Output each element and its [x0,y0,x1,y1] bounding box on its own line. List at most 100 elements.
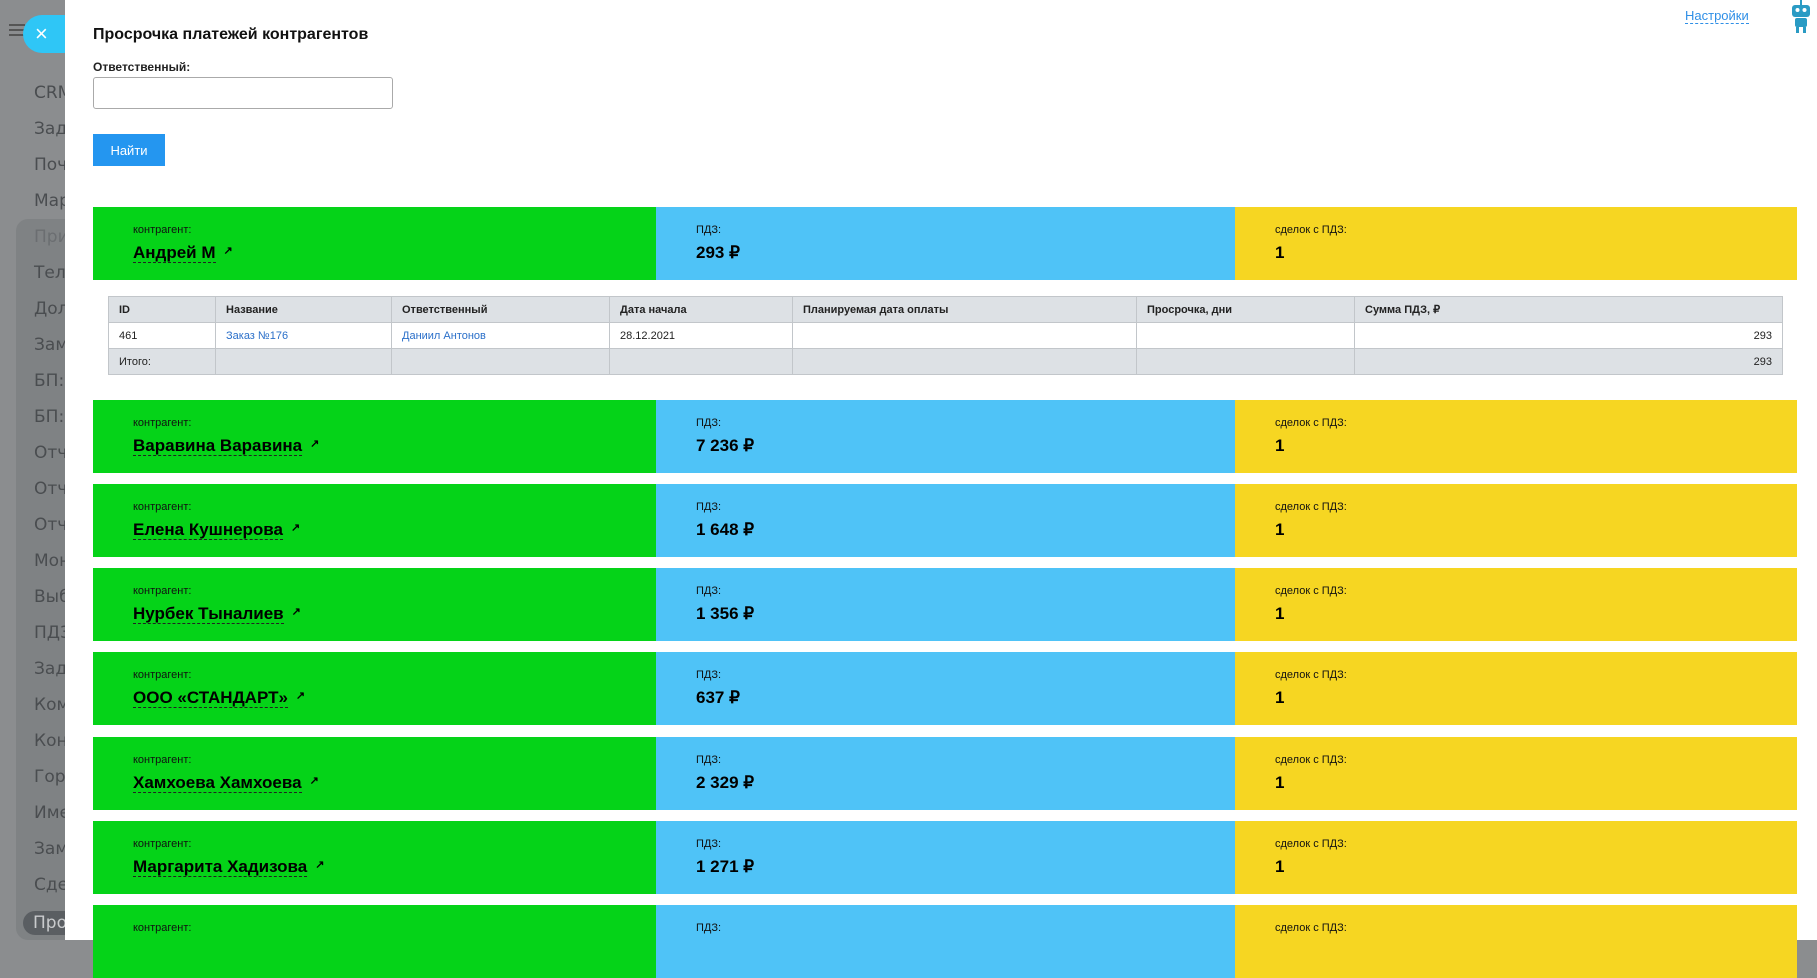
pdz-caption: ПДЗ: [696,224,722,236]
counterparty-caption: контрагент: [133,417,192,429]
sidebar-item[interactable]: Сдел [34,875,65,895]
total-cell [792,348,1137,375]
column-header[interactable]: Сумма ПДЗ, ₽ [1354,296,1783,323]
sidebar-item[interactable]: Теле [34,263,65,283]
pdz-value: 2 329 ₽ [696,773,755,792]
deals-value: 1 [1275,436,1285,455]
pdz-value: 1 271 ₽ [696,857,755,876]
deals-caption: сделок с ПДЗ: [1275,417,1347,429]
total-row: Итого: 293 [108,348,1783,375]
sidebar-item[interactable]: Почт [34,155,65,175]
external-link-icon[interactable]: ↗ [291,522,300,534]
sidebar-item[interactable]: Ком [34,695,65,715]
sidebar: CRM Зада Почт Мар При Теле Долг Заме БП: С БП: З О… [0,0,65,940]
counterparty-block: контрагент: Андрей М ↗ ПДЗ: 293 ₽ сделок … [93,207,1797,280]
robot-icon[interactable] [1790,0,1812,34]
sidebar-item[interactable]: Мон [34,551,65,571]
pdz-cell: ПДЗ: 1 271 ₽ [656,821,1235,894]
deals-caption: сделок с ПДЗ: [1275,585,1347,597]
counterparty-caption: контрагент: [133,838,192,850]
total-cell [1136,348,1355,375]
sidebar-item[interactable]: БП: З [34,407,65,427]
sidebar-item[interactable]: Конт [34,731,65,751]
pdz-caption: ПДЗ: [696,669,722,681]
sidebar-item[interactable]: Мар [34,191,65,211]
sidebar-item[interactable]: БП: С [34,371,65,391]
sidebar-item[interactable]: CRM [34,83,65,103]
deals-cell: сделок с ПДЗ: [1235,905,1797,978]
external-link-icon[interactable]: ↗ [292,606,301,618]
counterparty-name-link[interactable]: Андрей М [133,243,216,263]
column-header[interactable]: Просрочка, дни [1136,296,1355,323]
counterparty-name-link[interactable]: Маргарита Хадизова [133,857,308,877]
pdz-caption: ПДЗ: [696,501,722,513]
find-button[interactable]: Найти [93,134,165,166]
column-header[interactable]: Дата начала [609,296,793,323]
pdz-value: 7 236 ₽ [696,436,755,455]
page-title: Просрочка платежей контрагентов [93,26,369,43]
settings-link[interactable]: Настройки [1685,8,1749,24]
column-header[interactable]: Ответственный [391,296,610,323]
deals-caption: сделок с ПДЗ: [1275,838,1347,850]
pdz-caption: ПДЗ: [696,922,722,934]
external-link-icon[interactable]: ↗ [310,438,319,450]
sidebar-item[interactable]: Заме [34,335,65,355]
sidebar-item[interactable]: При [34,227,65,247]
deals-caption: сделок с ПДЗ: [1275,669,1347,681]
pdz-caption: ПДЗ: [696,417,722,429]
report-panel: Просрочка платежей контрагентов Ответств… [65,0,1817,978]
sidebar-item[interactable]: Выб [34,587,65,607]
sidebar-item[interactable]: Отче [34,515,65,535]
responsible-input[interactable] [93,77,393,109]
pdz-value: 637 ₽ [696,688,740,707]
column-header[interactable]: Название [215,296,392,323]
deals-cell: сделок с ПДЗ: 1 [1235,737,1797,810]
sidebar-item[interactable]: Отче [34,443,65,463]
column-header[interactable]: Планируемая дата оплаты [792,296,1137,323]
counterparty-cell: контрагент: Хамхоева Хамхоева ↗ [93,737,656,810]
counterparty-cell: контрагент: ООО «СТАНДАРТ» ↗ [93,652,656,725]
counterparty-block: контрагент: Варавина Варавина ↗ ПДЗ: 7 23… [93,400,1797,473]
counterparty-caption: контрагент: [133,922,192,934]
total-cell: Итого: [108,348,216,375]
sidebar-item[interactable]: Горо [34,767,65,787]
column-header[interactable]: ID [108,296,216,323]
external-link-icon[interactable]: ↗ [296,690,305,702]
sidebar-item[interactable]: ПДЗ [34,623,65,643]
sidebar-item[interactable]: Отче [34,479,65,499]
external-link-icon[interactable]: ↗ [315,859,324,871]
pdz-cell: ПДЗ: [656,905,1235,978]
counterparty-name-link[interactable]: Варавина Варавина [133,436,303,456]
counterparty-block: контрагент: Маргарита Хадизова ↗ ПДЗ: 1 2… [93,821,1797,894]
counterparty-name-link[interactable]: Нурбек Тыналиев [133,604,284,624]
deals-cell: сделок с ПДЗ: 1 [1235,484,1797,557]
pdz-cell: ПДЗ: 637 ₽ [656,652,1235,725]
counterparty-name-link[interactable]: Елена Кушнерова [133,520,283,540]
cell-value: 461 [119,329,138,342]
deals-value: 1 [1275,857,1285,876]
pdz-caption: ПДЗ: [696,754,722,766]
sidebar-item[interactable]: Долг [34,299,65,319]
deals-value: 1 [1275,688,1285,707]
deals-value: 1 [1275,520,1285,539]
sidebar-item[interactable]: Зада [34,119,65,139]
deal-link[interactable]: Заказ №176 [226,330,288,342]
sidebar-item[interactable]: Име [34,803,65,823]
cell-value: 293 [1753,329,1772,342]
counterparty-caption: контрагент: [133,224,192,236]
external-link-icon[interactable]: ↗ [310,775,319,787]
responsible-link[interactable]: Даниил Антонов [402,330,486,342]
counterparty-name-link[interactable]: ООО «СТАНДАРТ» [133,688,288,708]
counterparty-caption: контрагент: [133,669,192,681]
counterparty-cell: контрагент: Маргарита Хадизова ↗ [93,821,656,894]
deals-caption: сделок с ПДЗ: [1275,922,1347,934]
sidebar-item[interactable]: Прос [23,911,65,935]
sidebar-item[interactable]: Зада [34,659,65,679]
counterparty-name-link[interactable]: Хамхоева Хамхоева [133,773,302,793]
sidebar-item[interactable]: Заме [34,839,65,859]
deals-cell: сделок с ПДЗ: 1 [1235,652,1797,725]
external-link-icon[interactable]: ↗ [224,245,233,257]
total-cell [609,348,793,375]
counterparty-cell: контрагент: [93,905,656,978]
pdz-cell: ПДЗ: 2 329 ₽ [656,737,1235,810]
